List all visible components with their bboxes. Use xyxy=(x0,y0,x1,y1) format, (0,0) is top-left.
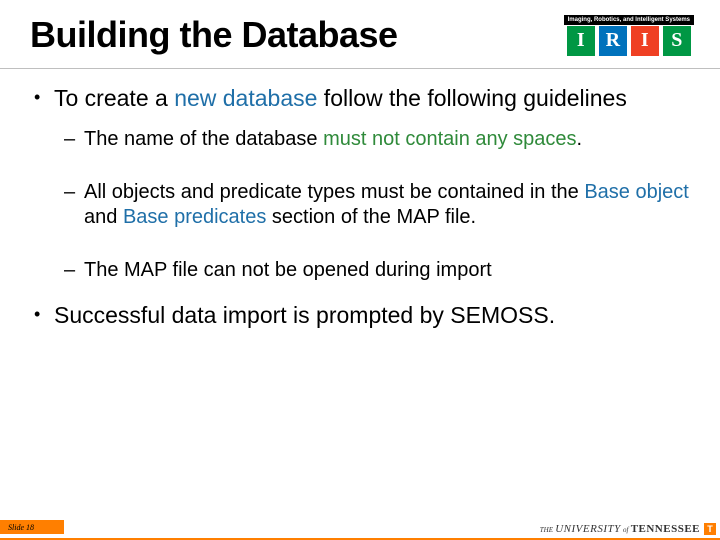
dash-icon: – xyxy=(64,180,74,230)
bullet-1-text-post: follow the following guidelines xyxy=(317,85,626,111)
university-wordmark: THE UNIVERSITY of TENNESSEE xyxy=(540,523,700,535)
bullet-dot-icon: • xyxy=(34,84,44,113)
bullet-1-sub-2: – All objects and predicate types must b… xyxy=(64,180,690,230)
slide-body: • To create a new database follow the fo… xyxy=(34,84,690,344)
logo-letter-i2: I xyxy=(631,26,659,56)
uni-of: of xyxy=(623,526,628,534)
b1s1-pre: The name of the database xyxy=(84,128,323,150)
b1s1-post: . xyxy=(577,128,583,150)
b1s2-t2: section of the MAP file. xyxy=(266,206,476,228)
uni-the: THE xyxy=(540,526,553,534)
logo-caption: Imaging, Robotics, and Intelligent Syste… xyxy=(564,15,694,25)
slide-number-label: Slide 18 xyxy=(8,523,34,532)
b1s2-t0: All objects and predicate types must be … xyxy=(84,181,584,203)
page-title: Building the Database xyxy=(30,14,398,56)
bullet-2: • Successful data import is prompted by … xyxy=(34,301,690,330)
bullet-2-text: Successful data import is prompted by SE… xyxy=(54,301,690,330)
title-divider xyxy=(0,68,720,69)
dash-icon: – xyxy=(64,258,74,283)
b1s2-h2: Base predicates xyxy=(123,206,266,228)
bullet-1-sub-3: – The MAP file can not be opened during … xyxy=(64,258,690,283)
b1s1-highlight: must not contain any spaces xyxy=(323,128,576,150)
logo-letter-s: S xyxy=(663,26,691,56)
uni-tennessee: TENNESSEE xyxy=(631,523,700,535)
b1s3-text: The MAP file can not be opened during im… xyxy=(84,258,690,283)
slide-footer: Slide 18 THE UNIVERSITY of TENNESSEE T xyxy=(0,514,720,540)
bullet-1-highlight: new database xyxy=(174,85,317,111)
logo-letter-r: R xyxy=(599,26,627,56)
bullet-dot-icon: • xyxy=(34,301,44,330)
ut-logo-icon: T xyxy=(704,523,716,535)
dash-icon: – xyxy=(64,127,74,152)
uni-university: UNIVERSITY xyxy=(555,523,621,535)
bullet-1-text-pre: To create a xyxy=(54,85,174,111)
logo-letter-i: I xyxy=(567,26,595,56)
iris-logo: Imaging, Robotics, and Intelligent Syste… xyxy=(564,15,694,56)
bullet-1: • To create a new database follow the fo… xyxy=(34,84,690,113)
b1s2-h1: Base object xyxy=(584,181,689,203)
b1s2-t1: and xyxy=(84,206,123,228)
bullet-1-sub-1: – The name of the database must not cont… xyxy=(64,127,690,152)
